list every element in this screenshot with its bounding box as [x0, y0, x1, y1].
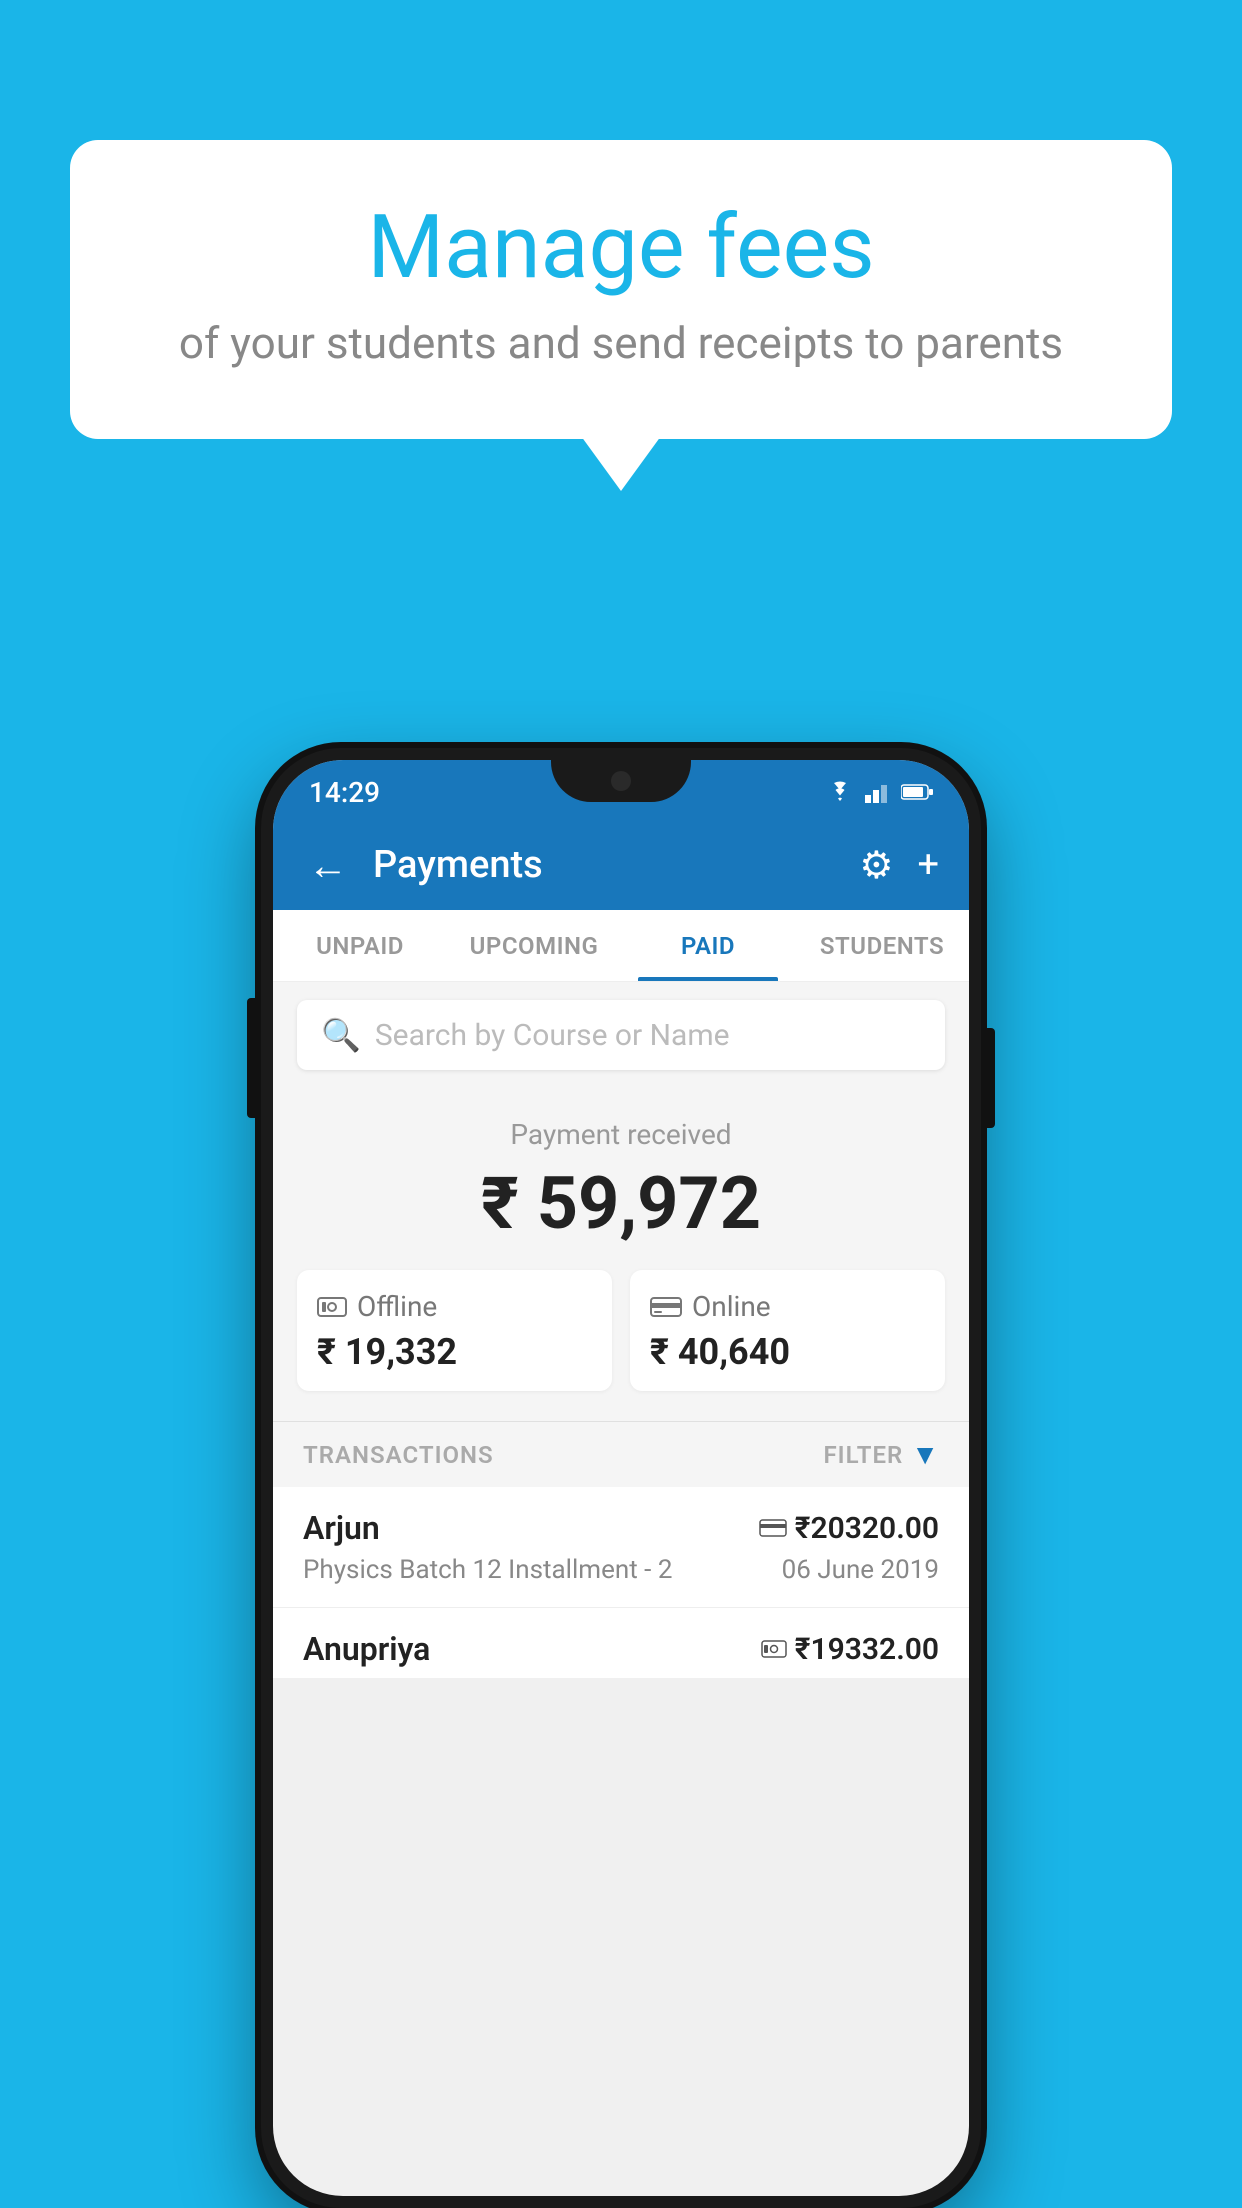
- payment-card-icon: [759, 1518, 787, 1538]
- offline-card: Offline ₹ 19,332: [297, 1270, 612, 1391]
- search-container: 🔍 Search by Course or Name: [273, 982, 969, 1088]
- online-amount: ₹ 40,640: [650, 1331, 790, 1373]
- transaction-date-arjun: 06 June 2019: [782, 1555, 939, 1585]
- payment-cards: Offline ₹ 19,332 O: [297, 1270, 945, 1391]
- back-button[interactable]: ←: [303, 837, 353, 894]
- cash-icon: [317, 1294, 347, 1320]
- offline-amount: ₹ 19,332: [317, 1331, 457, 1373]
- bubble-title: Manage fees: [150, 200, 1092, 297]
- speech-bubble-container: Manage fees of your students and send re…: [70, 140, 1172, 439]
- transaction-amount-arjun: ₹20320.00: [795, 1511, 939, 1546]
- tab-unpaid[interactable]: UNPAID: [273, 910, 447, 981]
- filter-button[interactable]: FILTER ▼: [823, 1438, 939, 1471]
- bubble-subtitle: of your students and send receipts to pa…: [150, 317, 1092, 369]
- camera: [611, 771, 631, 791]
- gear-button[interactable]: ⚙: [859, 843, 893, 888]
- header-icons: ⚙ +: [859, 843, 939, 888]
- signal-icon: [865, 781, 891, 803]
- filter-label: FILTER: [823, 1441, 903, 1469]
- offline-card-header: Offline: [317, 1290, 437, 1323]
- transaction-amount-anupriya: ₹19332.00: [795, 1632, 939, 1667]
- battery-icon: [901, 783, 933, 801]
- status-icons: [825, 781, 933, 803]
- plus-button[interactable]: +: [917, 843, 939, 887]
- phone-outer: 14:29: [261, 748, 981, 2208]
- wifi-icon: [825, 781, 855, 803]
- payment-total: ₹ 59,972: [297, 1161, 945, 1246]
- transaction-name-anupriya: Anupriya: [303, 1630, 430, 1668]
- partial-row-anupriya: Anupriya ₹19332.00: [303, 1630, 939, 1668]
- filter-icon: ▼: [911, 1438, 939, 1471]
- transaction-item-arjun[interactable]: Arjun ₹20320.00 Physics Batch 12 Install…: [273, 1487, 969, 1608]
- transaction-name-arjun: Arjun: [303, 1509, 380, 1547]
- app-header: ← Payments ⚙ +: [273, 820, 969, 910]
- transactions-label: TRANSACTIONS: [303, 1441, 494, 1469]
- cash-icon-small: [761, 1638, 787, 1660]
- tab-students[interactable]: STUDENTS: [795, 910, 969, 981]
- transaction-amount-wrap-anupriya: ₹19332.00: [761, 1632, 939, 1667]
- speech-bubble: Manage fees of your students and send re…: [70, 140, 1172, 439]
- tabs-bar: UNPAID UPCOMING PAID STUDENTS: [273, 910, 969, 982]
- tab-upcoming[interactable]: UPCOMING: [447, 910, 621, 981]
- card-icon: [650, 1295, 682, 1319]
- status-time: 14:29: [309, 776, 380, 809]
- notch: [551, 760, 691, 802]
- transaction-detail-arjun: Physics Batch 12 Installment - 2: [303, 1555, 672, 1585]
- online-card: Online ₹ 40,640: [630, 1270, 945, 1391]
- search-icon: 🔍: [321, 1016, 361, 1054]
- transaction-row-top: Arjun ₹20320.00: [303, 1509, 939, 1547]
- online-label: Online: [692, 1290, 771, 1323]
- search-bar[interactable]: 🔍 Search by Course or Name: [297, 1000, 945, 1070]
- phone-frame: 14:29: [261, 748, 981, 2208]
- payment-received-label: Payment received: [297, 1118, 945, 1151]
- header-title: Payments: [373, 843, 839, 887]
- phone-screen: 14:29: [273, 760, 969, 2196]
- transaction-row-bottom-arjun: Physics Batch 12 Installment - 2 06 June…: [303, 1555, 939, 1585]
- tab-paid[interactable]: PAID: [621, 910, 795, 981]
- online-card-header: Online: [650, 1290, 771, 1323]
- offline-label: Offline: [357, 1290, 437, 1323]
- payment-summary: Payment received ₹ 59,972 Offline: [273, 1088, 969, 1421]
- search-input[interactable]: Search by Course or Name: [375, 1018, 730, 1053]
- transaction-item-anupriya[interactable]: Anupriya ₹19332.00: [273, 1608, 969, 1678]
- transaction-amount-wrap-arjun: ₹20320.00: [759, 1511, 939, 1546]
- transactions-header: TRANSACTIONS FILTER ▼: [273, 1421, 969, 1487]
